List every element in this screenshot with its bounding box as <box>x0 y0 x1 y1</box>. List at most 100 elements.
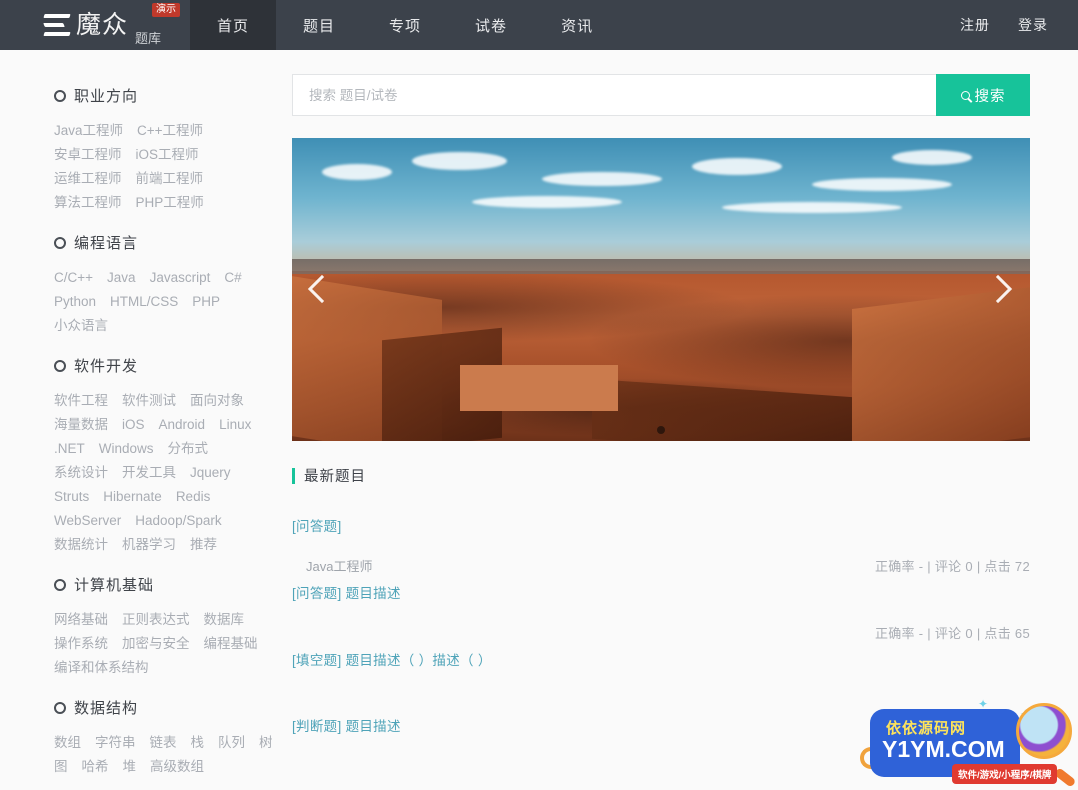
tag-link[interactable]: 面向对象 <box>190 389 244 413</box>
nav-item-news[interactable]: 资讯 <box>534 0 620 50</box>
tag-link[interactable]: 加密与安全 <box>122 632 190 656</box>
tag-link[interactable]: 算法工程师 <box>54 191 122 215</box>
tag-link[interactable]: 推荐 <box>190 533 217 557</box>
tag-link[interactable]: 字符串 <box>95 731 136 755</box>
tag-link[interactable]: 软件测试 <box>122 389 176 413</box>
nav-item-home[interactable]: 首页 <box>190 0 277 50</box>
login-link[interactable]: 登录 <box>1018 15 1048 35</box>
search-input[interactable] <box>292 74 936 116</box>
search-button[interactable]: 搜索 <box>936 74 1030 116</box>
tag-link[interactable]: iOS <box>122 413 145 437</box>
tag-link[interactable]: Python <box>54 290 96 314</box>
tag-link[interactable]: iOS工程师 <box>136 143 199 167</box>
question-desc-link[interactable]: 题目描述 <box>346 719 401 734</box>
category-career: 职业方向 Java工程师 C++工程师 安卓工程师 iOS工程师 运维工程师 前… <box>54 85 292 215</box>
banner-overlay-box <box>460 365 618 411</box>
tag-link[interactable]: 运维工程师 <box>54 167 122 191</box>
category-career-title: 职业方向 <box>54 85 292 106</box>
rock-shape <box>852 286 1030 441</box>
tag-link[interactable]: 数据统计 <box>54 533 108 557</box>
carousel-dot[interactable] <box>657 426 665 434</box>
category-sidebar: 职业方向 Java工程师 C++工程师 安卓工程师 iOS工程师 运维工程师 前… <box>0 50 292 785</box>
tag-link[interactable]: 机器学习 <box>122 533 176 557</box>
nav-item-questions[interactable]: 题目 <box>276 0 362 50</box>
cloud-shape <box>472 196 622 208</box>
carousel-next-arrow-icon[interactable] <box>983 274 1014 305</box>
tag-link[interactable]: 网络基础 <box>54 608 108 632</box>
tag-link[interactable]: C# <box>224 266 241 290</box>
cloud-shape <box>412 152 507 170</box>
tag-link[interactable]: 堆 <box>123 755 137 779</box>
question-meta <box>292 690 1030 708</box>
main-nav: 首页 题目 专项 试卷 资讯 <box>190 0 620 50</box>
question-type-link[interactable]: [判断题] <box>292 719 342 734</box>
tag-link[interactable]: Hadoop/Spark <box>135 509 221 533</box>
question-type-link[interactable]: [填空题] <box>292 653 342 668</box>
tag-link[interactable]: Windows <box>99 437 154 461</box>
tag-link[interactable]: PHP工程师 <box>136 191 204 215</box>
question-desc-link[interactable]: 题目描述 <box>346 586 401 601</box>
tag-link[interactable]: 哈希 <box>82 755 109 779</box>
tag-link[interactable]: 小众语言 <box>54 314 108 338</box>
category-cs-fundamentals: 计算机基础 网络基础 正则表达式 数据库 操作系统 加密与安全 编程基础 编译和… <box>54 574 292 680</box>
search-bar: 搜索 <box>292 74 1030 116</box>
banner-carousel[interactable] <box>292 138 1030 441</box>
tag-link[interactable]: Linux <box>219 413 251 437</box>
circle-icon <box>54 236 66 249</box>
tag-link[interactable]: Struts <box>54 485 89 509</box>
tag-link[interactable]: .NET <box>54 437 85 461</box>
tag-link[interactable]: Java <box>107 266 136 290</box>
tag-link[interactable]: 分布式 <box>168 437 209 461</box>
tag-link[interactable]: 数据库 <box>204 608 245 632</box>
brand-name: 魔众 <box>76 10 129 39</box>
brand-logo[interactable]: 魔众 题库 演示 <box>0 0 190 50</box>
tag-link[interactable]: 队列 <box>218 731 245 755</box>
tag-link[interactable]: 链表 <box>150 731 177 755</box>
tag-link[interactable]: Jquery <box>190 461 231 485</box>
tag-link[interactable]: 编译和体系结构 <box>54 656 149 680</box>
question-desc-link[interactable]: 题目描述（ ）描述（ ） <box>346 653 492 668</box>
tag-link[interactable]: PHP <box>192 290 220 314</box>
tag-link[interactable]: 开发工具 <box>122 461 176 485</box>
tag-link[interactable]: 操作系统 <box>54 632 108 656</box>
tag-link[interactable]: Android <box>159 413 206 437</box>
latest-questions-header: 最新题目 <box>292 465 1030 486</box>
site-header: 魔众 题库 演示 首页 题目 专项 试卷 资讯 注册 登录 <box>0 0 1078 50</box>
tag-link[interactable]: 数组 <box>54 731 81 755</box>
tag-link[interactable]: Javascript <box>150 266 211 290</box>
tag-link[interactable]: Hibernate <box>103 485 162 509</box>
tag-link[interactable]: 图 <box>54 755 68 779</box>
nav-item-papers[interactable]: 试卷 <box>448 0 534 50</box>
section-title: 最新题目 <box>304 469 366 485</box>
question-line: [填空题] 题目描述（ ）描述（ ） <box>292 650 1030 672</box>
tag-link[interactable]: 编程基础 <box>204 632 258 656</box>
tag-link[interactable]: 栈 <box>191 731 205 755</box>
tag-link[interactable]: C/C++ <box>54 266 93 290</box>
tag-link[interactable]: 树 <box>259 731 273 755</box>
category-career-tags: Java工程师 C++工程师 安卓工程师 iOS工程师 运维工程师 前端工程师 … <box>54 119 276 215</box>
tag-link[interactable]: 软件工程 <box>54 389 108 413</box>
question-line: [判断题] 题目描述 <box>292 716 1030 738</box>
question-stats: 正确率 - | 评论 0 | 点击 72 <box>874 559 1030 574</box>
tag-link[interactable]: 海量数据 <box>54 413 108 437</box>
tag-link[interactable]: WebServer <box>54 509 121 533</box>
tag-link[interactable]: Redis <box>176 485 211 509</box>
question-type-link[interactable]: [问答题] <box>292 519 342 534</box>
tag-link[interactable]: Java工程师 <box>54 119 123 143</box>
tag-link[interactable]: 系统设计 <box>54 461 108 485</box>
question-tag[interactable]: Java工程师 <box>306 556 372 575</box>
tag-link[interactable]: 高级数组 <box>150 755 204 779</box>
category-cs-fundamentals-tags: 网络基础 正则表达式 数据库 操作系统 加密与安全 编程基础 编译和体系结构 <box>54 608 276 680</box>
carousel-prev-arrow-icon[interactable] <box>307 274 338 305</box>
tag-link[interactable]: 前端工程师 <box>136 167 204 191</box>
tag-link[interactable]: C++工程师 <box>137 119 203 143</box>
page-body: 职业方向 Java工程师 C++工程师 安卓工程师 iOS工程师 运维工程师 前… <box>0 50 1078 785</box>
question-type-link[interactable]: [问答题] <box>292 586 342 601</box>
tag-link[interactable]: HTML/CSS <box>110 290 178 314</box>
category-data-structures-tags: 数组 字符串 链表 栈 队列 树 图 哈希 堆 高级数组 <box>54 731 276 779</box>
tag-link[interactable]: 安卓工程师 <box>54 143 122 167</box>
category-languages-tags: C/C++ Java Javascript C# Python HTML/CSS… <box>54 266 276 338</box>
tag-link[interactable]: 正则表达式 <box>122 608 190 632</box>
nav-item-special[interactable]: 专项 <box>362 0 448 50</box>
register-link[interactable]: 注册 <box>960 15 990 35</box>
